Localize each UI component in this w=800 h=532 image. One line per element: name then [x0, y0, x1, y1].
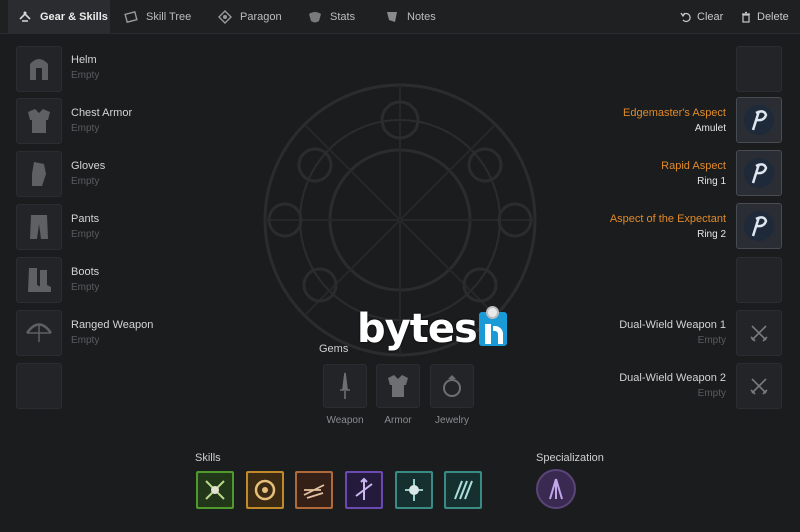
- gems-heading: Gems: [319, 343, 349, 355]
- ring-1-slot[interactable]: [736, 150, 782, 196]
- tab-label: Paragon: [240, 11, 282, 23]
- armor-gem-slot[interactable]: [376, 364, 420, 408]
- skill-slot-1[interactable]: [196, 471, 234, 509]
- pants-slot[interactable]: [16, 204, 62, 250]
- skill-1-icon: [205, 480, 225, 500]
- pants-status: Empty: [71, 229, 100, 240]
- dual-wield-weapon-2-status: Empty: [697, 388, 726, 399]
- dual-wield-weapon-1-status: Empty: [697, 335, 726, 346]
- watermark-badge-logo: [478, 306, 507, 346]
- chest-armor-status: Empty: [71, 123, 100, 134]
- pants-label: Pants: [71, 213, 100, 225]
- chest-armor-label: Chest Armor: [71, 107, 133, 119]
- tab-paragon[interactable]: Paragon: [218, 0, 282, 34]
- top-nav-bar: Gear & Skills Skill Tree Paragon Stats N…: [0, 0, 800, 34]
- paragon-icon: [218, 10, 232, 24]
- dagger-gem-icon: [340, 372, 350, 399]
- notes-icon: [387, 12, 397, 22]
- amulet-slot[interactable]: [736, 97, 782, 143]
- dual-wield-weapon-1-slot[interactable]: [736, 310, 782, 356]
- clear-button[interactable]: Clear: [680, 0, 723, 34]
- dual-wield-weapon-2-slot[interactable]: [736, 363, 782, 409]
- bow-icon: [25, 323, 53, 342]
- dual-wield-weapon-1-label: Dual-Wield Weapon 1: [619, 319, 726, 331]
- weapon-gem-slot[interactable]: [323, 364, 367, 408]
- tab-notes[interactable]: Notes: [385, 0, 436, 34]
- skill-5-icon: [405, 479, 423, 501]
- clear-label: Clear: [697, 11, 724, 23]
- tab-stats[interactable]: Stats: [308, 0, 355, 34]
- specialization-slot[interactable]: [536, 469, 576, 509]
- boots-slot[interactable]: [16, 257, 62, 303]
- skill-slot-2[interactable]: [246, 471, 284, 509]
- tab-gear-skills[interactable]: Gear & Skills: [8, 0, 110, 34]
- jewelry-gem-slot[interactable]: [430, 364, 474, 408]
- helm-icon: [30, 59, 48, 80]
- jewelry-gem-caption: Jewelry: [435, 415, 469, 426]
- armor-gem-icon: [388, 375, 408, 397]
- armor-gem-caption: Armor: [384, 415, 412, 426]
- skill-tree-icon: [124, 10, 138, 24]
- crossed-swords-icon: [750, 378, 768, 395]
- ranged-weapon-slot[interactable]: [16, 310, 62, 356]
- tab-label: Gear & Skills: [40, 11, 108, 23]
- skill-6-icon: [454, 480, 473, 500]
- ring-gem-icon: [443, 375, 461, 397]
- gloves-slot[interactable]: [16, 151, 62, 197]
- skill-2-icon: [254, 479, 276, 501]
- helm-label: Helm: [71, 54, 97, 66]
- weapon-gem-caption: Weapon: [326, 415, 364, 426]
- amulet-slot-label: Amulet: [694, 123, 726, 134]
- ring-2-aspect-label: Aspect of the Expectant: [609, 213, 726, 225]
- tab-skill-tree[interactable]: Skill Tree: [124, 0, 191, 34]
- crossed-swords-icon: [750, 325, 768, 342]
- ring-1-slot-label: Ring 1: [697, 176, 726, 187]
- undo-icon: [680, 12, 691, 23]
- gloves-label: Gloves: [71, 160, 106, 172]
- ring-2-slot-label: Ring 2: [697, 229, 726, 240]
- watermark-text: bytes: [357, 306, 478, 352]
- dual-wield-weapon-2-label: Dual-Wield Weapon 2: [619, 372, 726, 384]
- delete-label: Delete: [757, 11, 789, 23]
- skill-slot-5[interactable]: [395, 471, 433, 509]
- aspect-icon: [744, 211, 774, 241]
- boots-status: Empty: [71, 282, 100, 293]
- specialization-icon: [549, 478, 563, 500]
- specialization-heading: Specialization: [536, 452, 604, 464]
- helm-slot[interactable]: [16, 46, 62, 92]
- aspect-icon: [744, 105, 774, 135]
- skill-slot-4[interactable]: [345, 471, 383, 509]
- skill-slot-6[interactable]: [444, 471, 482, 509]
- ring-1-aspect-label: Rapid Aspect: [661, 160, 726, 172]
- skill-4-icon: [355, 477, 373, 500]
- bytesin-watermark: bytes: [357, 305, 507, 353]
- gloves-icon: [32, 162, 46, 186]
- skill-slot-3[interactable]: [295, 471, 333, 509]
- ring-2-slot[interactable]: [736, 203, 782, 249]
- tab-label: Notes: [407, 11, 436, 23]
- amulet-aspect-label: Edgemaster's Aspect: [623, 107, 726, 119]
- tab-label: Stats: [330, 11, 356, 23]
- stats-icon: [309, 12, 321, 23]
- skills-heading: Skills: [195, 452, 221, 464]
- skill-3-icon: [303, 484, 325, 499]
- chest-armor-icon: [28, 109, 50, 133]
- ranged-weapon-label: Ranged Weapon: [71, 319, 154, 331]
- helm-status: Empty: [71, 70, 100, 81]
- empty-top-right-slot[interactable]: [736, 46, 782, 92]
- boots-label: Boots: [71, 266, 100, 278]
- empty-right-slot[interactable]: [736, 257, 782, 303]
- aspect-icon: [744, 158, 774, 188]
- pants-icon: [30, 215, 48, 239]
- ranged-weapon-status: Empty: [71, 335, 100, 346]
- tab-label: Skill Tree: [146, 11, 192, 23]
- delete-button[interactable]: Delete: [740, 0, 789, 34]
- trash-icon: [742, 11, 750, 23]
- chest-armor-slot[interactable]: [16, 98, 62, 144]
- boots-icon: [28, 268, 51, 292]
- gloves-status: Empty: [71, 176, 100, 187]
- gear-skills-icon: [19, 11, 31, 22]
- offhand-slot[interactable]: [16, 363, 62, 409]
